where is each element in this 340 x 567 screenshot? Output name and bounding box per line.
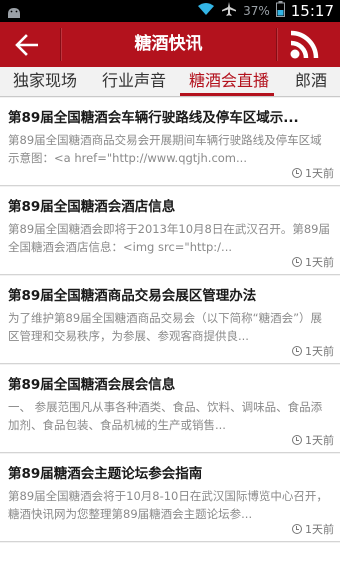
clock-icon <box>292 168 302 178</box>
article-summary: 一、 参展范围凡从事各种酒类、食品、饮料、调味品、食品添加剂、食品包装、食品机械… <box>8 400 323 432</box>
divider <box>276 28 277 61</box>
page-title: 糖酒快讯 <box>134 34 203 54</box>
airplane-icon <box>221 1 237 21</box>
article-title: 第89届糖酒会主题论坛参会指南 <box>8 466 203 482</box>
status-time: 15:17 <box>290 2 334 20</box>
list-item[interactable]: 第89届全国糖酒会展会信息 一、 参展范围凡从事各种酒类、食品、饮料、调味品、食… <box>0 365 340 453</box>
article-summary: 第89届全国糖酒会即将于2013年10月8日在武汉召开。第89届全国糖酒会酒店信… <box>8 222 330 254</box>
article-time: 1天前 <box>305 434 334 447</box>
android-icon <box>6 4 22 18</box>
clock-icon <box>292 524 302 534</box>
list-item[interactable]: 第89届全国糖酒会车辆行驶路线及停车区域示... 第89届全国糖酒商品交易会开展… <box>0 98 340 186</box>
rss-button[interactable] <box>286 27 326 62</box>
article-summary: 第89届全国糖酒会将于10月8-10日在武汉国际博览中心召开，糖酒快讯网为您整理… <box>8 489 328 521</box>
article-time: 1天前 <box>305 256 334 269</box>
active-tab-indicator <box>180 93 274 96</box>
article-title: 第89届全国糖酒会展会信息 <box>8 377 176 393</box>
article-summary: 为了维护第89届全国糖酒商品交易会（以下简称“糖酒会”）展区管理和交易秩序，为参… <box>8 311 323 343</box>
list-item[interactable]: 第89届糖酒会主题论坛参会指南 第89届全国糖酒会将于10月8-10日在武汉国际… <box>0 454 340 542</box>
rss-icon <box>290 30 319 59</box>
clock-icon <box>292 346 302 356</box>
category-tabs: 独家现场 行业声音 糖酒会直播 郎酒 <box>0 67 340 97</box>
tab-langjiu[interactable]: 郎酒 <box>295 67 327 96</box>
article-time: 1天前 <box>305 345 334 358</box>
status-bar: 37% 15:17 <box>0 0 340 22</box>
list-item[interactable]: 第89届全国糖酒商品交易会展区管理办法 为了维护第89届全国糖酒商品交易会（以下… <box>0 276 340 364</box>
back-button[interactable] <box>8 28 46 61</box>
tab-industry-voice[interactable]: 行业声音 <box>102 67 166 96</box>
list-item[interactable] <box>0 543 340 567</box>
article-time: 1天前 <box>305 523 334 536</box>
list-item[interactable]: 第89届全国糖酒会酒店信息 第89届全国糖酒会即将于2013年10月8日在武汉召… <box>0 187 340 275</box>
title-bar: 糖酒快讯 <box>0 22 340 67</box>
back-arrow-icon <box>15 33 38 56</box>
article-title: 第89届全国糖酒会车辆行驶路线及停车区域示... <box>8 110 299 126</box>
tab-exclusive[interactable]: 独家现场 <box>13 67 77 96</box>
clock-icon <box>292 435 302 445</box>
clock-icon <box>292 257 302 267</box>
article-title: 第89届全国糖酒商品交易会展区管理办法 <box>8 288 257 304</box>
article-title: 第89届全国糖酒会酒店信息 <box>8 199 176 215</box>
battery-percent: 37% <box>243 4 270 18</box>
wifi-icon <box>197 2 215 20</box>
article-time: 1天前 <box>305 167 334 180</box>
battery-icon <box>275 1 285 21</box>
article-summary: 第89届全国糖酒商品交易会开展期间车辆行驶路线及停车区域示意图：<a href=… <box>8 133 322 165</box>
